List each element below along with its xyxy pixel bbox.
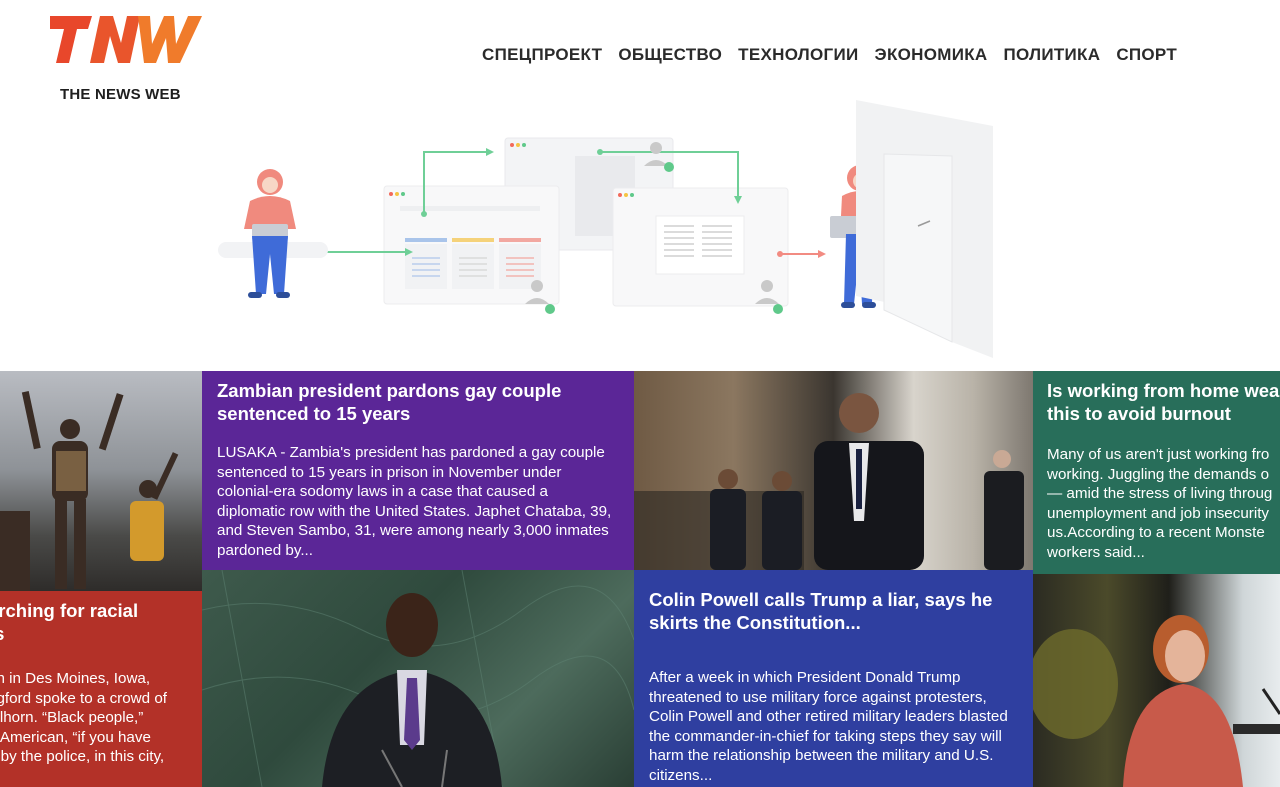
nav-item-specproject[interactable]: СПЕЦПРОЕКТ [482, 45, 602, 65]
article-title[interactable]: Is working from home wear this to avoid … [1047, 379, 1280, 425]
article-title[interactable]: Colin Powell calls Trump a liar, says he… [649, 588, 1018, 634]
nav-item-economy[interactable]: ЭКОНОМИКА [875, 45, 988, 65]
lungu-photo-icon [202, 570, 634, 787]
excerpt-line: working. Juggling the demands o [1047, 465, 1270, 483]
article-excerpt: Many of us aren't just working fro worki… [1047, 445, 1272, 562]
nav-item-society[interactable]: ОБЩЕСТВО [618, 45, 722, 65]
excerpt-line: us.According to a recent Monste [1047, 524, 1265, 541]
article-title-line: ts [0, 623, 4, 644]
workflow-illustration-icon [218, 100, 993, 358]
wfh-photo-icon [1033, 615, 1280, 787]
photo-zambian-president[interactable] [202, 570, 634, 787]
excerpt-line: d by the police, in this city, [0, 748, 165, 765]
article-excerpt: on in Des Moines, Iowa, ngford spoke to … [0, 669, 190, 767]
nav-item-technology[interactable]: ТЕХНОЛОГИИ [738, 45, 858, 65]
powell-photo-icon [634, 393, 1024, 570]
article-title-line: Is working from home wear [1047, 380, 1280, 401]
photo-colin-powell[interactable] [634, 371, 1033, 570]
photo-protest[interactable] [0, 371, 202, 591]
excerpt-line: — amid the stress of living throug [1047, 485, 1273, 502]
excerpt-line: ullhorn. “Black people,” [0, 709, 144, 726]
tnw-logo-mark-icon [50, 16, 202, 63]
article-excerpt: After a week in which President Donald T… [649, 669, 1008, 784]
article-title-line: this to avoid burnout [1047, 403, 1231, 424]
protest-photo-icon [0, 391, 179, 591]
article-colin-powell[interactable]: Colin Powell calls Trump a liar, says he… [634, 570, 1033, 787]
hero-illustration [0, 96, 1280, 366]
article-title[interactable]: arching for racial ts [0, 599, 190, 645]
article-excerpt: LUSAKA - Zambia's president has pardoned… [217, 444, 612, 559]
excerpt-line: workers said... [1047, 543, 1145, 561]
photo-working-from-home[interactable] [1033, 574, 1280, 787]
article-zambia[interactable]: Zambian president pardons gay couple sen… [202, 371, 634, 570]
main-nav: СПЕЦПРОЕКТ ОБЩЕСТВО ТЕХНОЛОГИИ ЭКОНОМИКА… [474, 45, 1185, 65]
excerpt-line: ngford spoke to a crowd of [0, 689, 167, 707]
article-burnout[interactable]: Is working from home wear this to avoid … [1033, 371, 1280, 574]
excerpt-line: n American, “if you have [0, 728, 151, 746]
excerpt-line: Many of us aren't just working fro [1047, 446, 1270, 463]
article-racial-justice[interactable]: arching for racial ts on in Des Moines, … [0, 591, 202, 787]
article-title[interactable]: Zambian president pardons gay couple sen… [217, 379, 619, 425]
article-content: arching for racial ts on in Des Moines, … [0, 599, 190, 767]
excerpt-line: unemployment and job insecurity [1047, 504, 1270, 522]
site-logo[interactable]: THE NEWS WEB [50, 16, 202, 103]
article-title-line: arching for racial [0, 600, 139, 621]
excerpt-line: on in Des Moines, Iowa, [0, 670, 151, 687]
nav-item-politics[interactable]: ПОЛИТИКА [1003, 45, 1100, 65]
nav-item-sport[interactable]: СПОРТ [1116, 45, 1177, 65]
